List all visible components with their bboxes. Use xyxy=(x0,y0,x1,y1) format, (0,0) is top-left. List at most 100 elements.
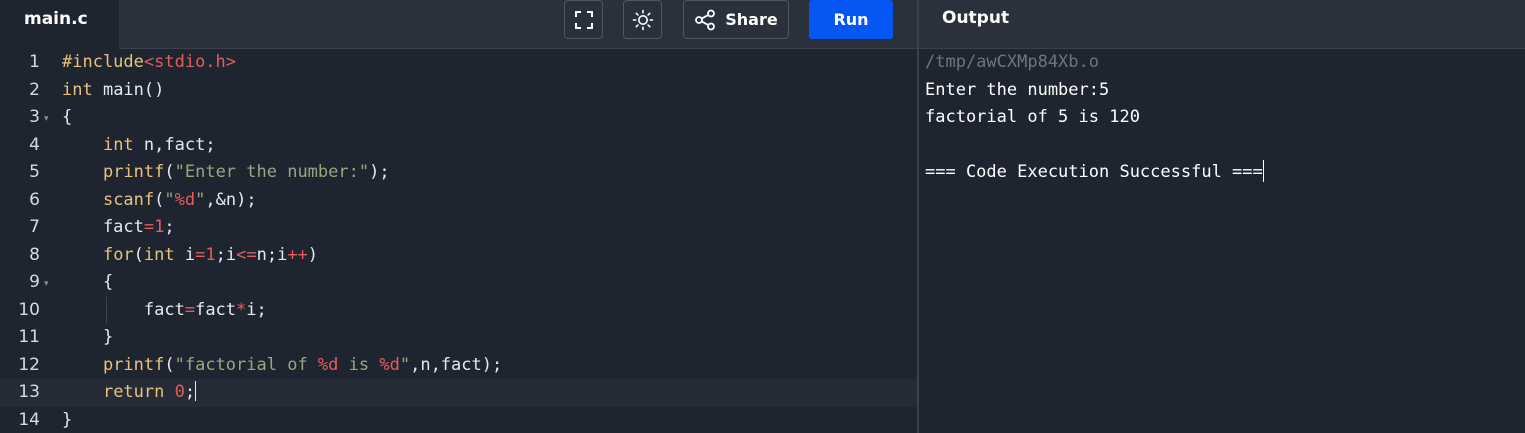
code-editor[interactable]: 1 #include<stdio.h> 2 int main() 3 ▾{4 int n,… xyxy=(0,49,917,433)
code-line[interactable]: 9 ▾ { xyxy=(0,269,917,297)
code-token: = xyxy=(195,244,206,265)
line-number: 6 xyxy=(29,189,40,210)
line-number: 14 xyxy=(18,409,40,430)
code-token: { xyxy=(62,107,73,127)
code-token: for xyxy=(102,244,134,265)
line-number: 3 xyxy=(29,107,40,127)
code-token: ( xyxy=(133,244,144,265)
code-line[interactable]: 7 fact=1; xyxy=(0,214,917,242)
code-token: int xyxy=(143,244,175,265)
code-text: { xyxy=(62,104,72,132)
code-token: } xyxy=(62,409,73,430)
code-token: = xyxy=(184,299,196,320)
code-token: = xyxy=(143,217,155,237)
code-text: #include<stdio.h> xyxy=(62,49,236,77)
code-text: fact=fact*i; xyxy=(62,297,267,325)
code-token: scanf xyxy=(102,189,155,210)
code-line[interactable]: 5 printf("Enter the number:"); xyxy=(0,159,917,187)
fold-arrow-icon[interactable]: ▾ xyxy=(44,104,49,132)
code-line[interactable]: 4 int n,fact; xyxy=(0,132,917,160)
line-number: 1 xyxy=(29,52,40,72)
share-label: Share xyxy=(725,10,778,29)
run-button[interactable]: Run xyxy=(809,0,893,39)
line-number: 9 xyxy=(29,272,40,292)
code-token: " xyxy=(195,189,206,210)
line-number: 7 xyxy=(29,217,40,237)
code-token: fact xyxy=(62,299,185,320)
code-token: " xyxy=(399,354,411,375)
code-line[interactable]: 14} xyxy=(0,407,917,433)
code-token: 1 xyxy=(154,217,165,237)
code-token: i; xyxy=(246,299,267,320)
code-token: " xyxy=(164,189,175,210)
code-text: printf("Enter the number:"); xyxy=(62,159,390,187)
code-token: main() xyxy=(92,79,165,100)
text-cursor xyxy=(195,381,197,401)
code-token: ,&n); xyxy=(205,189,257,210)
code-token: #include xyxy=(62,52,144,72)
code-token: } xyxy=(62,327,114,347)
fullscreen-button[interactable] xyxy=(564,0,603,39)
code-token: ( xyxy=(164,354,175,375)
code-line[interactable]: 8 for(int i=1;i<=n;i++) xyxy=(0,242,917,270)
code-token: is xyxy=(338,354,380,375)
code-token: return xyxy=(102,382,165,402)
code-line[interactable]: 10 fact=fact*i; xyxy=(0,296,917,325)
code-token: <stdio.h> xyxy=(143,52,237,72)
code-line[interactable]: 3 ▾ { xyxy=(0,104,917,132)
line-number: 2 xyxy=(29,79,40,100)
code-token: * xyxy=(236,299,247,320)
code-token: int xyxy=(102,134,134,155)
output-panel[interactable]: /tmp/awCXMp84Xb.o Enter the number:5 fact… xyxy=(919,49,1525,433)
code-token: ; xyxy=(184,382,196,402)
code-token: ;i xyxy=(215,244,237,265)
code-token: %d xyxy=(379,354,400,375)
file-tab-main-c[interactable]: main.c xyxy=(0,0,119,50)
code-token: ++ xyxy=(287,244,308,265)
line-number: 12 xyxy=(18,354,40,375)
line-number: 5 xyxy=(29,162,40,182)
output-line-text: factorial of 5 is 120 xyxy=(925,107,1140,127)
code-line[interactable]: 6 scanf("%d",&n); xyxy=(0,187,917,215)
code-line[interactable]: 12 printf("factorial of %d is %d",n,fact… xyxy=(0,352,917,380)
code-line[interactable]: 2 int main() xyxy=(0,77,917,105)
line-number: 13 xyxy=(18,382,40,402)
code-token: i xyxy=(174,244,196,265)
code-line[interactable]: 1 #include<stdio.h> xyxy=(0,49,917,77)
code-token: %d xyxy=(174,189,196,210)
line-number: 10 xyxy=(18,299,40,320)
output-tab: Output xyxy=(942,8,1010,28)
code-line[interactable]: 11 } xyxy=(0,324,917,352)
share-button[interactable]: Share xyxy=(683,0,789,39)
output-file-path: /tmp/awCXMp84Xb.o xyxy=(925,52,1099,72)
code-line[interactable]: 13 return 0; xyxy=(0,379,917,407)
share-icon xyxy=(695,9,716,30)
code-token: int xyxy=(62,79,93,100)
line-number: 8 xyxy=(29,244,40,265)
code-token: fact xyxy=(195,299,237,320)
code-token: 1 xyxy=(205,244,216,265)
top-bar: main.c Share Run Output xyxy=(0,0,1525,50)
code-text: int main() xyxy=(62,77,164,105)
code-token: ) xyxy=(307,244,319,265)
code-token: ); xyxy=(369,162,390,182)
code-text: return 0; xyxy=(62,379,197,407)
output-cursor xyxy=(1262,160,1264,182)
code-text: fact=1; xyxy=(62,214,175,242)
code-token: ; xyxy=(164,217,175,237)
code-text: scanf("%d",&n); xyxy=(62,187,257,215)
code-token: <= xyxy=(236,244,257,265)
output-line-text: === Code Execution Successful === xyxy=(925,162,1263,182)
fold-arrow-icon[interactable]: ▾ xyxy=(44,269,49,297)
code-token: "factorial of xyxy=(174,354,318,375)
theme-toggle-button[interactable] xyxy=(623,0,662,39)
code-text: printf("factorial of %d is %d",n,fact); xyxy=(62,352,502,380)
code-token: ( xyxy=(154,189,165,210)
